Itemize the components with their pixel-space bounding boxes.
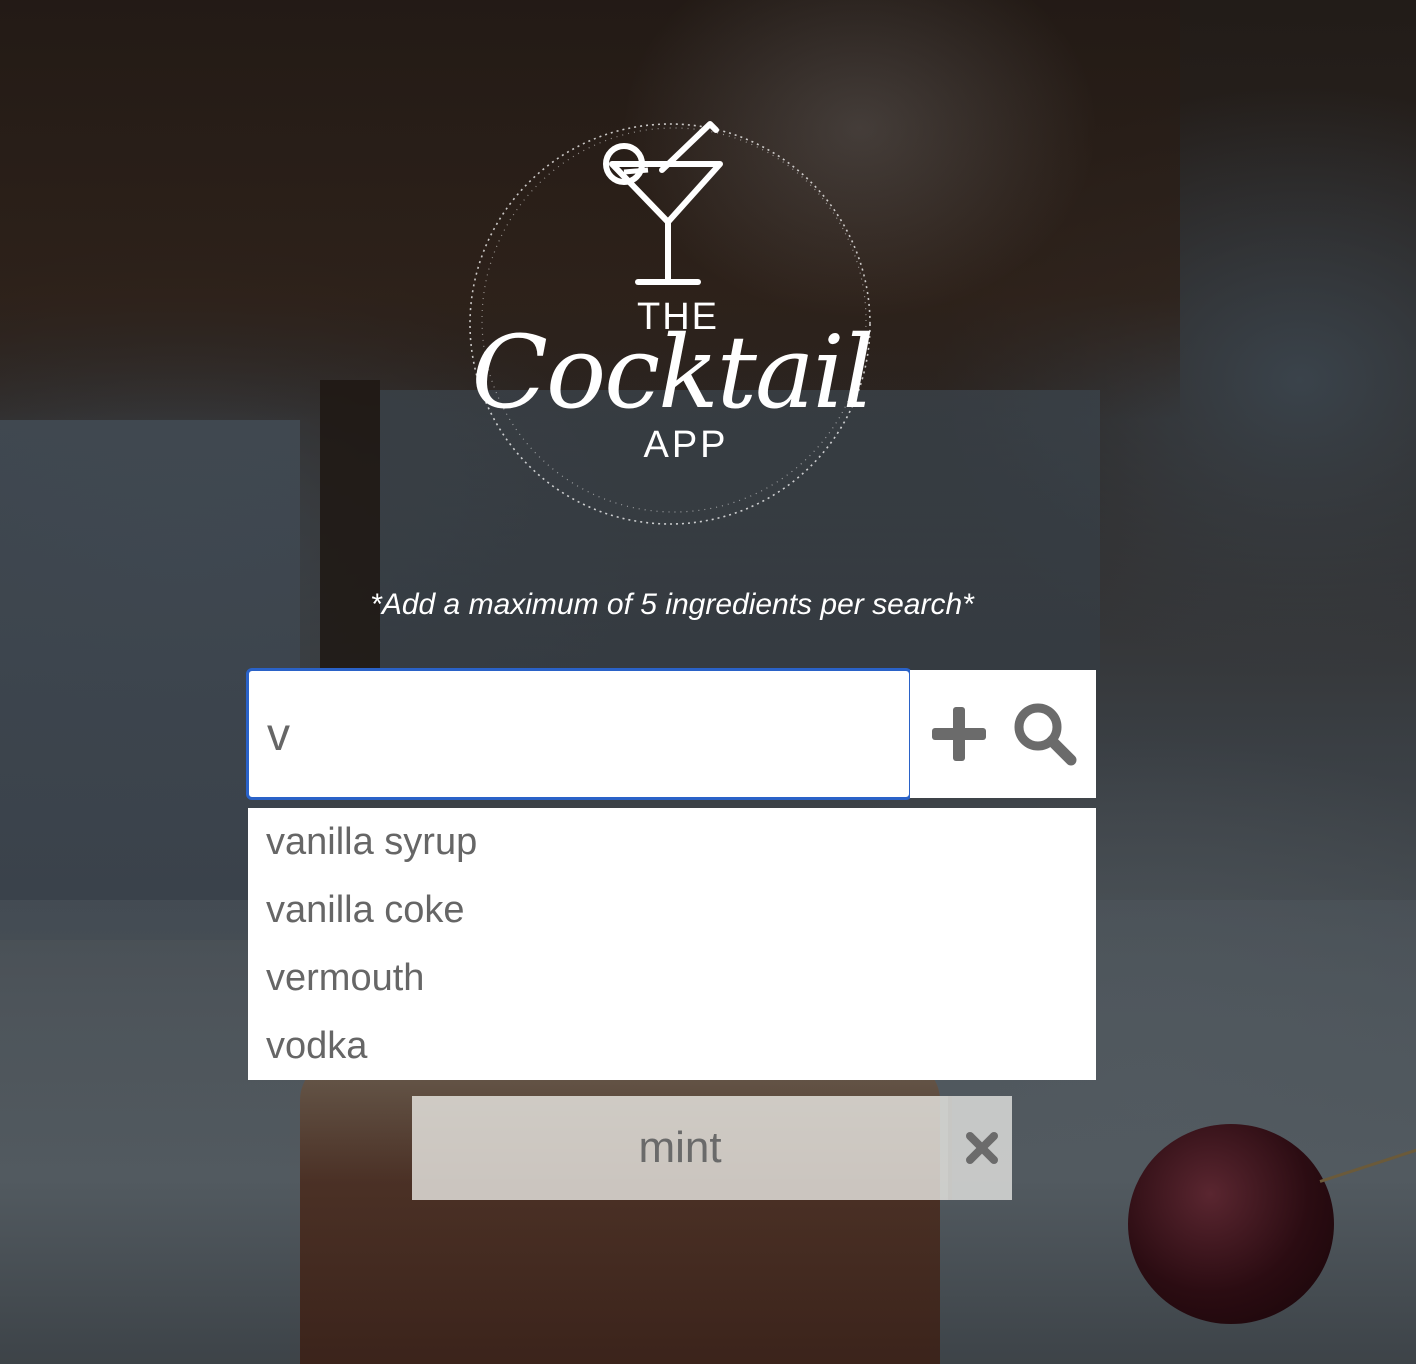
background-cherry-stem <box>1319 1146 1416 1183</box>
search-button[interactable] <box>1002 670 1088 798</box>
ingredient-chip: mint <box>412 1096 1012 1200</box>
remove-ingredient-button[interactable] <box>948 1096 1012 1200</box>
suggestion-item[interactable]: vanilla coke <box>248 876 1096 944</box>
plus-icon <box>932 707 986 761</box>
logo-cocktail: Cocktail <box>471 314 874 431</box>
ingredient-limit-hint: *Add a maximum of 5 ingredients per sear… <box>370 588 974 621</box>
suggestion-item[interactable]: vanilla syrup <box>248 808 1096 876</box>
ingredient-search-input[interactable] <box>246 668 912 800</box>
autocomplete-suggestions: vanilla syrup vanilla coke vermouth vodk… <box>248 808 1096 1080</box>
ingredient-chip-label: mint <box>412 1096 948 1200</box>
magnifier-icon <box>1014 703 1077 766</box>
suggestion-item[interactable]: vodka <box>248 1012 1096 1080</box>
app-logo: THE Cocktail APP <box>462 118 882 538</box>
logo-app: APP <box>643 424 729 466</box>
suggestion-item[interactable]: vermouth <box>248 944 1096 1012</box>
cocktail-glass-icon <box>603 121 723 285</box>
search-button-group <box>910 670 1096 798</box>
page-background: THE Cocktail APP *Add a maximum of 5 ing… <box>0 0 1416 1364</box>
ingredient-search-bar <box>246 668 1096 800</box>
background-cherry <box>1128 1124 1334 1324</box>
close-icon <box>966 1132 998 1164</box>
add-ingredient-button[interactable] <box>916 670 1002 798</box>
